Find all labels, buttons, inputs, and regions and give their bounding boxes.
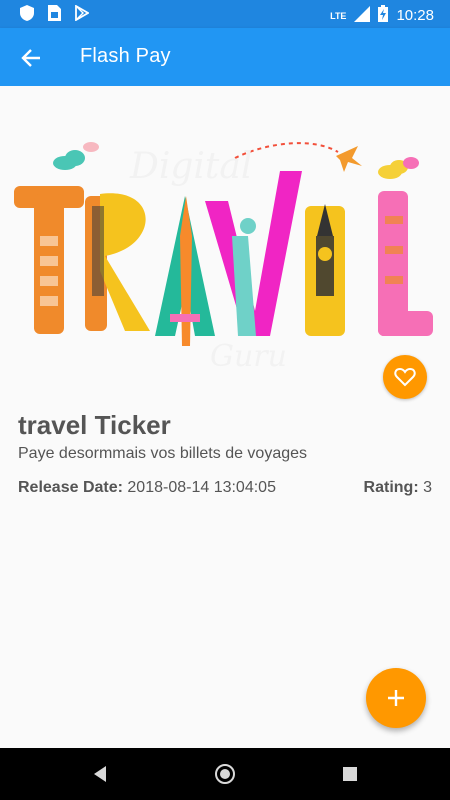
- nav-home-button[interactable]: [213, 762, 237, 786]
- status-right-icons: LTE 10:28: [330, 5, 434, 26]
- letter-a: [155, 196, 215, 346]
- letter-t: [14, 186, 84, 334]
- app-title: Flash Pay: [80, 45, 171, 67]
- plus-icon: [388, 690, 404, 706]
- status-time: 10:28: [396, 7, 434, 24]
- app-bar: Flash Pay: [0, 28, 450, 86]
- back-triangle-icon: [94, 766, 106, 782]
- release-date-label: Release Date:: [18, 479, 123, 496]
- item-description: Paye desormmais vos billets de voyages: [18, 445, 308, 462]
- nav-recents-button[interactable]: [338, 762, 362, 786]
- rating-label: Rating:: [363, 479, 419, 496]
- letter-v: [205, 171, 302, 336]
- travel-logo-illustration: Digital Guru: [14, 142, 433, 374]
- logo-top-word: Digital: [129, 146, 252, 187]
- back-button[interactable]: [16, 43, 46, 73]
- status-bar: LTE 10:28: [0, 0, 450, 28]
- nav-back-button[interactable]: [88, 762, 112, 786]
- rating-value: 3: [418, 479, 432, 496]
- item-title: travel Ticker: [18, 410, 171, 440]
- arrow-back-icon: [21, 49, 40, 67]
- heart-outline-icon: [394, 367, 416, 387]
- logo-bottom-word: Guru: [210, 339, 287, 374]
- favorite-button[interactable]: [383, 355, 427, 399]
- signal-icon: [354, 5, 371, 26]
- rating: Rating: 3: [364, 479, 432, 497]
- hero-image: Digital Guru: [0, 86, 450, 398]
- play-store-icon: [75, 4, 90, 26]
- release-date: Release Date: 2018-08-14 13:04:05: [18, 479, 276, 497]
- add-fab-button[interactable]: [366, 668, 426, 728]
- letter-r: [85, 193, 150, 331]
- shield-icon: [20, 5, 34, 26]
- navigation-bar: [0, 748, 450, 800]
- letter-e: [305, 204, 345, 336]
- home-circle-icon: [215, 764, 235, 784]
- screen: LTE 10:28 Flash Pay Digital Guru travel …: [0, 0, 450, 800]
- sim-card-icon: [48, 5, 61, 26]
- network-label: LTE: [330, 10, 347, 21]
- letter-l: [378, 191, 433, 336]
- battery-charging-icon: [378, 5, 389, 26]
- release-date-value: 2018-08-14 13:04:05: [122, 479, 276, 496]
- status-left-icons: [20, 4, 90, 26]
- recents-square-icon: [343, 767, 357, 781]
